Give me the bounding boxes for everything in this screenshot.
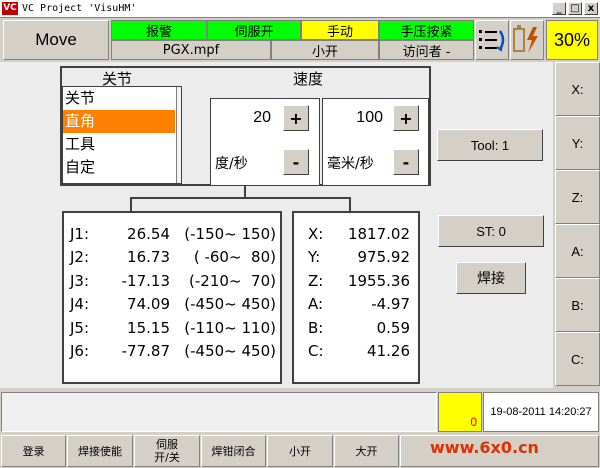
angular-speed-plus-button[interactable]: + [283,105,309,131]
list-item[interactable]: 关节 [63,87,181,110]
cartesian-row: A: -4.97 [308,295,410,314]
axis-a-button[interactable]: A: [555,224,600,278]
connector-line [349,197,351,212]
window-title: VC Project 'VisuHM' [22,3,137,14]
joint-row: J1: 26.54 (-150~ 150) [70,225,276,243]
connector-line [130,197,351,199]
watermark: www.6x0.cn [430,438,539,457]
status-alarm: 报警 [111,20,207,40]
joint-row: J5: 15.15 (-110~ 110) [70,318,276,337]
linear-speed-plus-button[interactable]: + [393,105,419,131]
cartesian-row: C: 41.26 [308,341,410,360]
list-item-selected[interactable]: 直角 [63,110,175,133]
list-menu-icon[interactable] [475,20,509,60]
axis-z-button[interactable]: Z: [555,170,600,224]
window-title-bar: VC VC Project 'VisuHM' _ □ x [0,0,600,18]
list-item[interactable]: 工具 [63,133,181,156]
linear-speed-box: 100 + 毫米/秒 - [322,98,429,186]
login-button[interactable]: 登录 [1,435,66,467]
servo-toggle-button[interactable]: 伺服 开/关 [134,435,200,467]
joint-position-panel: J1: 26.54 (-150~ 150) J2: 16.73( -60~ 80) J… [62,211,282,384]
angular-speed-unit: 度/秒 [215,156,248,172]
maximize-button[interactable]: □ [568,2,582,15]
weld-button[interactable]: 焊接 [456,262,526,294]
status-header: Move 报警 伺服开 手动 手压按紧 PGX.mpf 小开 访问者 - 30% [0,18,600,62]
angular-speed-value: 20 [253,109,271,126]
status-pressure-clamp: 手压按紧 [379,20,474,40]
joint-row: J2: 16.73( -60~ 80) [70,248,276,267]
override-percent[interactable]: 30% [546,20,598,60]
axis-sidebar: X: Y: Z: A: B: C: [555,62,600,388]
axis-c-button[interactable]: C: [555,332,600,386]
datetime-display: 19-08-2011 14:20:27 [483,392,599,432]
cartesian-row: Y: 975.92 [308,248,410,267]
mode-display[interactable]: Move [3,20,109,60]
list-item[interactable]: 自定 [63,156,181,179]
cartesian-row: Z: 1955.36 [308,271,410,290]
main-panel: 关节 速度 关节 直角 工具 自定 20 + 度/秒 - 100 + 毫米/秒 … [0,62,553,388]
app-logo-icon: VC [2,2,18,15]
alarm-indicator[interactable]: 0 [438,392,482,432]
list-scrollbar[interactable] [176,87,181,183]
linear-speed-minus-button[interactable]: - [393,149,419,175]
axis-y-button[interactable]: Y: [555,116,600,170]
angular-speed-minus-button[interactable]: - [283,149,309,175]
axis-x-button[interactable]: X: [555,62,600,116]
clamp-close-button[interactable]: 焊钳闭合 [201,435,266,467]
message-area [1,392,437,432]
station-button[interactable]: ST: 0 [438,215,544,247]
coordinate-list[interactable]: 关节 直角 工具 自定 [62,86,182,184]
connector-line [130,197,132,212]
joint-row: J6: -77.87 (-450~ 450) [70,341,276,360]
cartesian-row: B: 0.59 [308,318,410,337]
small-open-button[interactable]: 小开 [267,435,333,467]
large-open-button[interactable]: 大开 [334,435,399,467]
speed-title: 速度 [293,70,324,88]
coordinate-speed-panel: 关节 速度 关节 直角 工具 自定 20 + 度/秒 - 100 + 毫米/秒 … [60,66,431,186]
program-file: PGX.mpf [111,40,271,60]
tool-button[interactable]: Tool: 1 [437,129,543,161]
cartesian-row: X: 1817.02 [308,225,410,243]
weld-enable-button[interactable]: 焊接使能 [67,435,133,467]
joint-row: J4: 74.09 (-450~ 450) [70,295,276,314]
speed-mode: 小开 [271,40,379,60]
axis-b-button[interactable]: B: [555,278,600,332]
close-button[interactable]: x [584,2,598,15]
power-lightning-icon[interactable] [510,20,544,60]
angular-speed-box: 20 + 度/秒 - [210,98,320,186]
linear-speed-value: 100 [356,109,383,126]
joint-row: J3: -17.13 (-210~ 70) [70,271,276,290]
cartesian-position-panel: X: 1817.02 Y: 975.92 Z: 1955.36 A: -4.97 B: 0… [292,211,420,384]
alarm-count: 0 [470,415,477,429]
minimize-button[interactable]: _ [552,2,566,15]
status-servo-on: 伺服开 [207,20,301,40]
user-level: 访问者 - [379,40,474,60]
linear-speed-unit: 毫米/秒 [327,156,374,172]
status-manual: 手动 [301,20,379,40]
